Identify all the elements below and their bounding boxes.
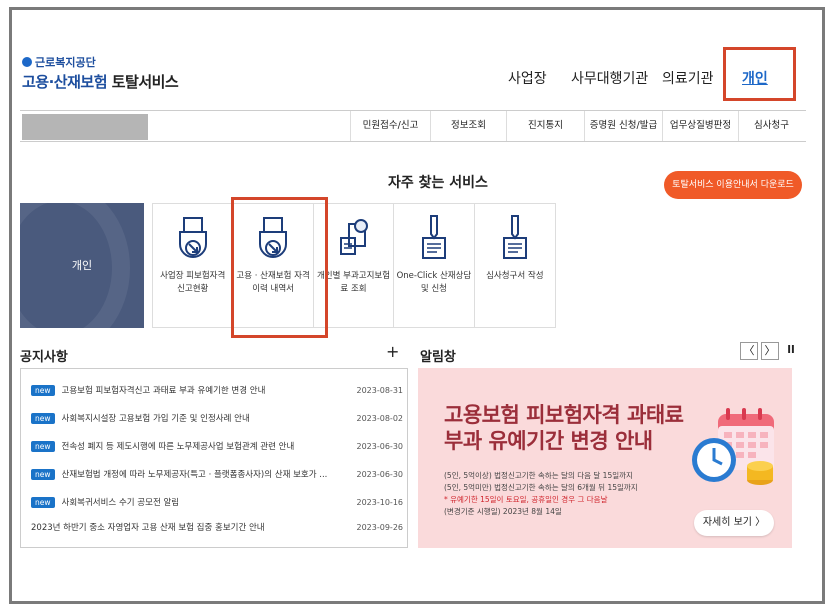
banner-headline-line2: 부과 유예기간 변경 안내 bbox=[444, 429, 653, 454]
highlight-box-service bbox=[231, 197, 328, 338]
notice-item[interactable]: new 고용보험 피보험자격신고 과태료 부과 유예기한 변경 안내 2023-… bbox=[31, 382, 403, 398]
personal-card-label: 개인 bbox=[71, 259, 93, 272]
menu-occupational-disease[interactable]: 업무상질병판정 bbox=[662, 111, 738, 141]
service-grid: 사업장 피보험자격 신고현황 고용 · 산재보험 자격 이력 내역서 개인별 부… bbox=[152, 203, 556, 328]
personal-card[interactable]: 개인 bbox=[20, 203, 144, 328]
service-tile-label: 사업장 피보험자격 신고현황 bbox=[160, 271, 226, 294]
menu-info-lookup[interactable]: 정보조회 bbox=[430, 111, 506, 141]
notice-date: 2023-10-16 bbox=[356, 497, 404, 507]
logo-icon bbox=[22, 57, 32, 67]
highlight-box-nav bbox=[723, 47, 796, 101]
nav-agency[interactable]: 사무대행기관 bbox=[571, 68, 648, 88]
prev-slide-button[interactable]: 〈 bbox=[740, 342, 758, 360]
new-badge: new bbox=[31, 468, 55, 480]
notice-text: 전속성 폐지 등 제도시행에 따른 노무제공사업 보험관계 관련 안내 bbox=[61, 442, 295, 452]
pen-document-icon bbox=[502, 215, 527, 259]
nav-business[interactable]: 사업장 bbox=[508, 68, 547, 88]
notice-text: 산재보험법 개정에 따라 노무제공자(특고 · 플랫폼종사자)의 산재 보호가 … bbox=[61, 470, 328, 480]
notice-item[interactable]: new 사회복귀서비스 수기 공모전 알림 2023-10-16 bbox=[31, 494, 403, 510]
pen-document-icon bbox=[421, 215, 446, 259]
banner-detail-line: (5인, 5억이상) 법정신고기한 속하는 달의 다음 달 15일까지 bbox=[444, 471, 633, 480]
calendar-clock-icon bbox=[692, 408, 774, 485]
banner-headline: 고용보험 피보험자격 과태료 부과 유예기간 변경 안내 bbox=[444, 402, 684, 455]
main-menu-bar: 민원접수/신고 정보조회 진지통지 증명원 신청/발급 업무상질병판정 심사청구 bbox=[20, 110, 806, 142]
notice-date: 2023-08-02 bbox=[356, 413, 404, 423]
service-tile-appeal-form[interactable]: 심사청구서 작성 bbox=[475, 204, 555, 327]
new-badge: new bbox=[31, 440, 55, 452]
menu-civil-petition[interactable]: 민원접수/신고 bbox=[350, 111, 430, 141]
download-guide-button[interactable]: 토탈서비스 이용안내서 다운로드 bbox=[664, 171, 802, 199]
service-tile-oneclick[interactable]: One-Click 산재상담 및 신청 bbox=[394, 204, 475, 327]
banner-detail-line: (5인, 5억미만) 법정신고기한 속하는 달의 6개월 뒤 15일까지 bbox=[444, 483, 638, 492]
notice-item[interactable]: new 사회복지시설장 고용보험 가입 기준 및 인정사례 안내 2023-08… bbox=[31, 410, 403, 426]
notice-text: 사회복귀서비스 수기 공모전 알림 bbox=[61, 498, 180, 508]
notification-title: 알림창 bbox=[420, 350, 456, 365]
document-arrow-icon bbox=[178, 217, 207, 258]
org-name: 근로복지공단 bbox=[35, 56, 96, 69]
notice-date: 2023-08-31 bbox=[356, 385, 404, 395]
services-title: 자주 찾는 서비스 bbox=[388, 175, 488, 191]
site-title-main: 고용·산재보험 bbox=[22, 73, 108, 91]
document-search-icon bbox=[339, 219, 368, 255]
detail-view-button[interactable]: 자세히 보기 〉 bbox=[694, 510, 774, 536]
service-tile-label: 심사청구서 작성 bbox=[486, 271, 544, 281]
notice-date: 2023-06-30 bbox=[356, 441, 404, 451]
new-badge: new bbox=[31, 384, 55, 396]
notification-banner[interactable]: 고용보험 피보험자격 과태료 부과 유예기간 변경 안내 (5인, 5억이상) … bbox=[418, 368, 792, 548]
menu-appeal[interactable]: 심사청구 bbox=[738, 111, 804, 141]
notice-date: 2023-09-26 bbox=[356, 522, 404, 532]
banner-headline-line1: 고용보험 피보험자격 과태료 bbox=[444, 403, 684, 427]
banner-detail-line: * 유예기한 15일이 토요일, 공휴일인 경우 그 다음날 bbox=[444, 495, 608, 504]
menu-placeholder bbox=[22, 114, 148, 140]
notice-text: 2023년 하반기 중소 자영업자 고용 산재 보험 집중 홍보기간 안내 bbox=[31, 523, 265, 533]
notice-item[interactable]: new 산재보험법 개정에 따라 노무제공자(특고 · 플랫폼종사자)의 산재 … bbox=[31, 466, 403, 482]
notice-title: 공지사항 bbox=[20, 350, 68, 365]
notice-text: 사회복지시설장 고용보험 가입 기준 및 인정사례 안내 bbox=[61, 414, 250, 424]
menu-certificate[interactable]: 증명원 신청/발급 bbox=[584, 111, 662, 141]
notice-more-button[interactable]: + bbox=[386, 342, 399, 361]
nav-medical[interactable]: 의료기관 bbox=[662, 68, 714, 88]
new-badge: new bbox=[31, 496, 55, 508]
site-title[interactable]: 고용·산재보험 토탈서비스 bbox=[22, 71, 179, 92]
next-slide-button[interactable]: 〉 bbox=[761, 342, 779, 360]
site-title-sub: 토탈서비스 bbox=[111, 73, 179, 91]
service-tile-workplace-status[interactable]: 사업장 피보험자격 신고현황 bbox=[153, 204, 234, 327]
menu-notice[interactable]: 진지통지 bbox=[506, 111, 584, 141]
notice-list: new 고용보험 피보험자격신고 과태료 부과 유예기한 변경 안내 2023-… bbox=[20, 368, 408, 548]
org-logo[interactable]: 근로복지공단 bbox=[22, 54, 96, 70]
service-tile-label: One-Click 산재상담 및 신청 bbox=[396, 271, 472, 294]
notice-text: 고용보험 피보험자격신고 과태료 부과 유예기한 변경 안내 bbox=[61, 386, 266, 396]
pause-slide-button[interactable]: ll bbox=[782, 342, 800, 360]
banner-detail-line: (변경기준 시행일) 2023년 8월 14일 bbox=[444, 507, 562, 516]
new-badge: new bbox=[31, 412, 55, 424]
notice-item[interactable]: new 전속성 폐지 등 제도시행에 따른 노무제공사업 보험관계 관련 안내 … bbox=[31, 438, 403, 454]
notice-date: 2023-06-30 bbox=[356, 469, 404, 479]
notice-item[interactable]: 2023년 하반기 중소 자영업자 고용 산재 보험 집중 홍보기간 안내 20… bbox=[31, 519, 403, 535]
